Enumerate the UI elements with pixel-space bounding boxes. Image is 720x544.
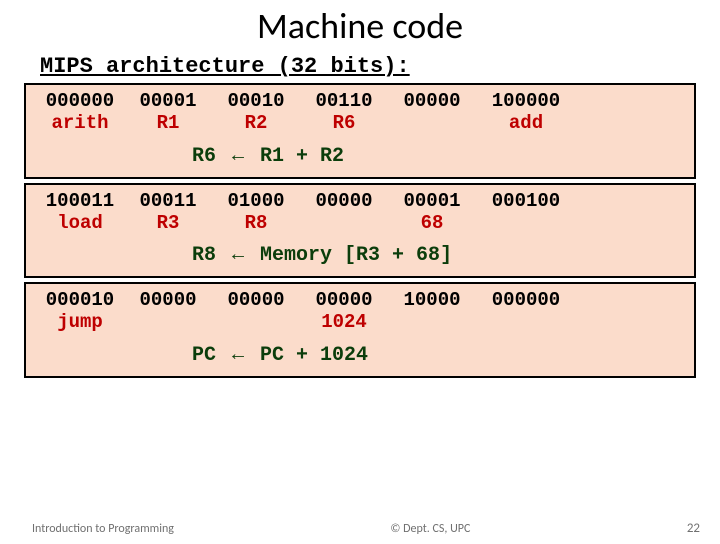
field-label: R8: [212, 213, 300, 235]
slide-subtitle: MIPS architecture (32 bits):: [40, 54, 720, 79]
field-label: [124, 312, 212, 334]
instruction-box: 00000000001000100011000000100000arithR1R…: [24, 83, 696, 179]
labels-row: jump 1024: [36, 312, 684, 334]
left-arrow-icon: ←: [228, 343, 248, 365]
bits-field: 000010: [36, 290, 124, 312]
bits-field: 01000: [212, 191, 300, 213]
slide-footer: Introduction to Programming © Dept. CS, …: [0, 521, 720, 536]
bits-field: 00000: [388, 91, 476, 113]
footer-center: © Dept. CS, UPC: [390, 522, 470, 536]
instruction-meaning: R8 ← Memory [R3 + 68]: [36, 242, 684, 268]
bits-field: 00011: [124, 191, 212, 213]
field-label: R2: [212, 113, 300, 135]
field-label: [388, 312, 476, 334]
bits-row: 00000000001000100011000000100000: [36, 91, 684, 113]
bits-field: 00001: [124, 91, 212, 113]
bits-field: 000000: [36, 91, 124, 113]
field-label: [476, 312, 576, 334]
field-label: jump: [36, 312, 124, 334]
labels-row: arithR1R2R6 add: [36, 113, 684, 135]
bits-field: 00010: [212, 91, 300, 113]
instruction-box: 00001000000000000000010000000000jump1024…: [24, 282, 696, 378]
bits-field: 00000: [124, 290, 212, 312]
bits-field: 00001: [388, 191, 476, 213]
field-label: load: [36, 213, 124, 235]
instruction-box: 10001100011010000000000001000100loadR3R8…: [24, 183, 696, 279]
field-label: R6: [300, 113, 388, 135]
bits-field: 00110: [300, 91, 388, 113]
bits-field: 00000: [300, 290, 388, 312]
field-label: arith: [36, 113, 124, 135]
field-label: [212, 312, 300, 334]
slide-title: Machine code: [0, 4, 720, 48]
footer-left: Introduction to Programming: [32, 522, 174, 536]
field-label: 68: [388, 213, 476, 235]
labels-row: loadR3R8 68: [36, 213, 684, 235]
bits-field: 100011: [36, 191, 124, 213]
bits-row: 10001100011010000000000001000100: [36, 191, 684, 213]
field-label: add: [476, 113, 576, 135]
field-label: [476, 213, 576, 235]
bits-field: 000000: [476, 290, 576, 312]
bits-field: 00000: [212, 290, 300, 312]
field-label: [388, 113, 476, 135]
instruction-meaning: PC ← PC + 1024: [36, 342, 684, 368]
bits-field: 10000: [388, 290, 476, 312]
field-label: [300, 213, 388, 235]
left-arrow-icon: ←: [228, 144, 248, 166]
field-label: R3: [124, 213, 212, 235]
instruction-meaning: R6 ← R1 + R2: [36, 143, 684, 169]
field-label: R1: [124, 113, 212, 135]
left-arrow-icon: ←: [228, 243, 248, 265]
field-label: 1024: [300, 312, 388, 334]
bits-field: 00000: [300, 191, 388, 213]
bits-field: 000100: [476, 191, 576, 213]
bits-row: 00001000000000000000010000000000: [36, 290, 684, 312]
bits-field: 100000: [476, 91, 576, 113]
page-number: 22: [687, 521, 700, 536]
